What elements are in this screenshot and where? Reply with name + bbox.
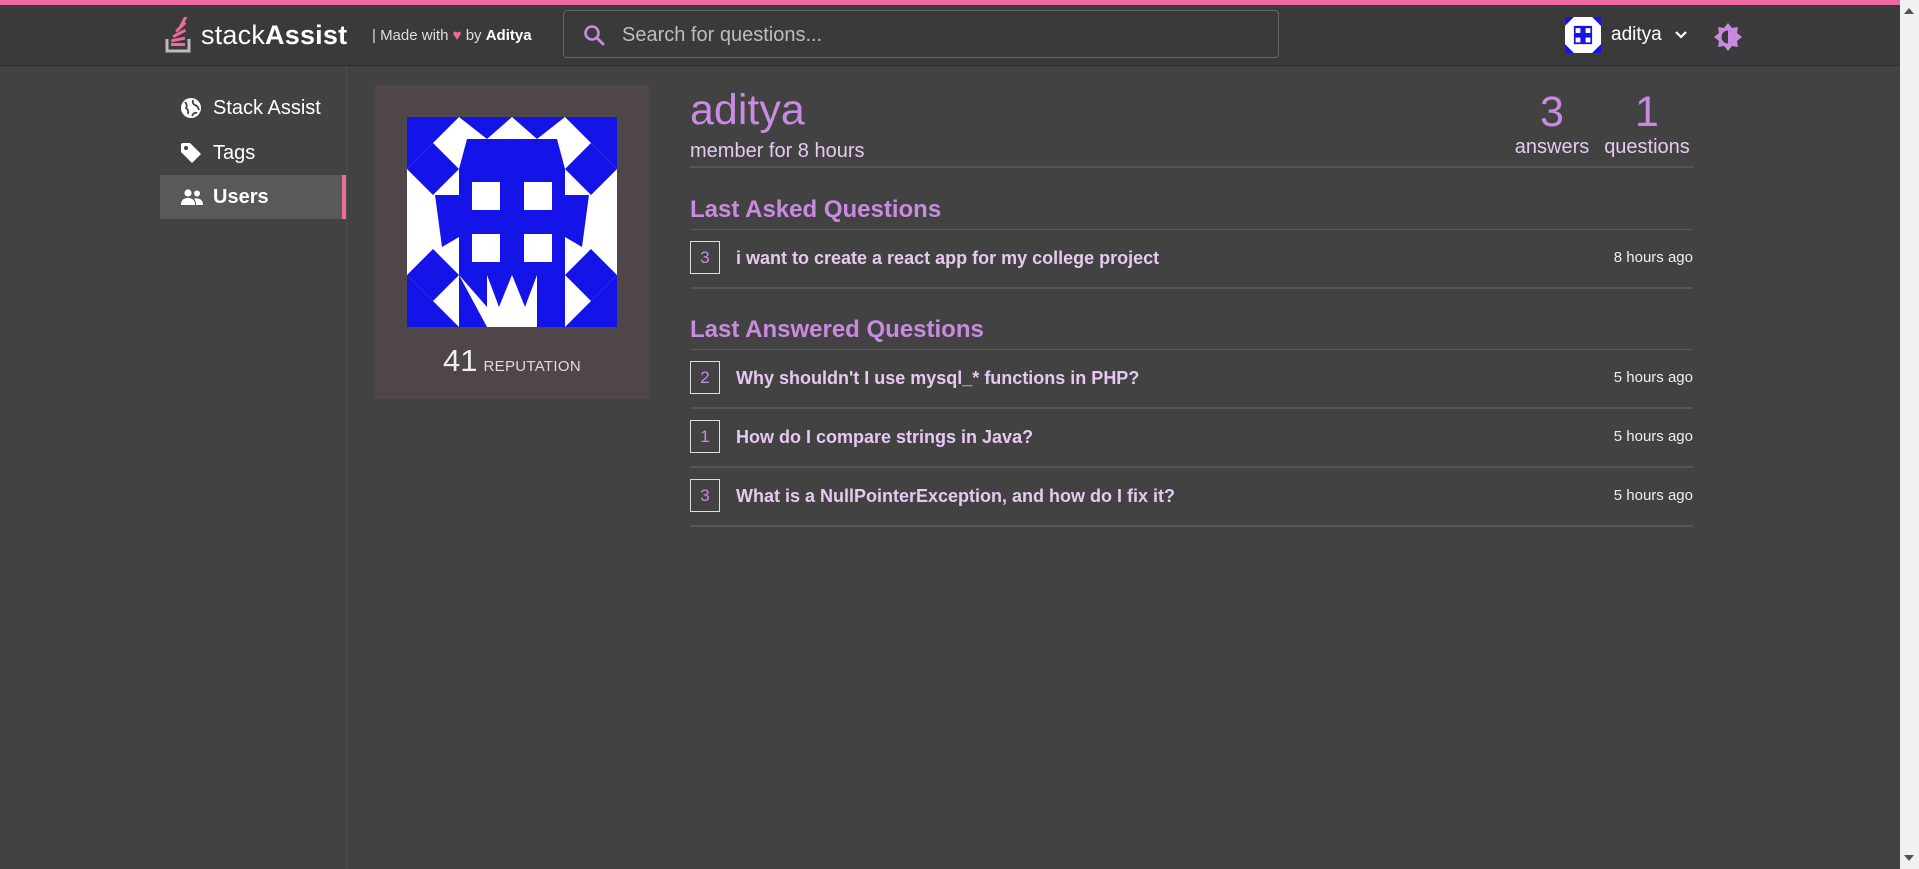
search-input[interactable]: [620, 11, 1264, 59]
user-name: aditya: [1611, 24, 1662, 45]
heart-icon: ♥: [452, 27, 462, 44]
sidebar-item-label: Stack Assist: [213, 96, 321, 119]
user-avatar[interactable]: [1565, 17, 1601, 53]
globe-icon: [180, 97, 204, 119]
profile-name: aditya: [690, 86, 805, 134]
answer-count-badge: 1: [690, 420, 720, 453]
sidebar-item-label: Users: [213, 185, 269, 208]
scroll-up-arrow-icon[interactable]: [1904, 8, 1914, 14]
search-box[interactable]: [563, 10, 1279, 59]
answer-count-badge: 2: [690, 361, 720, 394]
scrollbar[interactable]: [1900, 0, 1919, 869]
user-identicon: [407, 117, 617, 327]
answers-count: 3: [1540, 88, 1564, 136]
question-timestamp: 5 hours ago: [1613, 428, 1693, 445]
question-row[interactable]: 3 What is a NullPointerException, and ho…: [690, 467, 1693, 525]
made-with-credit: | Made with ♥ by Aditya: [372, 27, 532, 44]
questions-label: questions: [1604, 136, 1690, 158]
question-row[interactable]: 1 How do I compare strings in Java? 5 ho…: [690, 408, 1693, 466]
questions-count: 1: [1635, 88, 1659, 136]
header: stackAssist | Made with ♥ by Aditya adit…: [0, 5, 1900, 66]
author-name: Aditya: [485, 27, 532, 44]
question-row[interactable]: 3 i want to create a react app for my co…: [690, 229, 1693, 287]
user-menu[interactable]: aditya: [1565, 17, 1688, 53]
scroll-down-arrow-icon[interactable]: [1904, 855, 1914, 861]
search-icon: [584, 25, 605, 46]
last-answered-heading: Last Answered Questions: [690, 316, 984, 343]
answer-count-badge: 3: [690, 241, 720, 274]
questions-stat: 1 questions: [1600, 88, 1694, 159]
question-title-link[interactable]: What is a NullPointerException, and how …: [736, 486, 1175, 507]
question-title-link[interactable]: i want to create a react app for my coll…: [736, 248, 1159, 269]
divider: [690, 525, 1693, 527]
users-icon: [180, 188, 204, 206]
tag-icon: [180, 142, 204, 164]
divider: [690, 166, 1693, 168]
chevron-down-icon[interactable]: [1674, 30, 1688, 40]
logo[interactable]: stackAssist: [165, 17, 347, 53]
last-asked-heading: Last Asked Questions: [690, 196, 942, 223]
reputation-value: 41: [443, 343, 478, 378]
member-since: member for 8 hours: [690, 140, 865, 162]
sidebar-item-label: Tags: [213, 141, 256, 164]
question-timestamp: 8 hours ago: [1613, 249, 1693, 266]
sidebar-item-users[interactable]: Users: [160, 175, 346, 219]
reputation: 41 REPUTATION: [375, 343, 649, 379]
profile-card: 41 REPUTATION: [375, 85, 649, 399]
theme-toggle-icon[interactable]: [1713, 22, 1743, 52]
answer-count-badge: 3: [690, 479, 720, 512]
question-row[interactable]: 2 Why shouldn't I use mysql_* functions …: [690, 349, 1693, 407]
question-title-link[interactable]: Why shouldn't I use mysql_* functions in…: [736, 368, 1139, 389]
answers-stat: 3 answers: [1514, 88, 1590, 159]
divider: [690, 287, 1693, 289]
sidebar-item-tags[interactable]: Tags: [160, 131, 346, 175]
stack-logo-icon: [165, 17, 191, 53]
sidebar-item-stack-assist[interactable]: Stack Assist: [160, 86, 346, 130]
answers-label: answers: [1514, 136, 1590, 158]
question-timestamp: 5 hours ago: [1613, 487, 1693, 504]
question-title-link[interactable]: How do I compare strings in Java?: [736, 427, 1033, 448]
question-timestamp: 5 hours ago: [1613, 369, 1693, 386]
sidebar: Stack Assist Tags Users: [160, 66, 347, 869]
logo-text: stackAssist: [201, 19, 348, 50]
reputation-label: REPUTATION: [483, 358, 581, 375]
